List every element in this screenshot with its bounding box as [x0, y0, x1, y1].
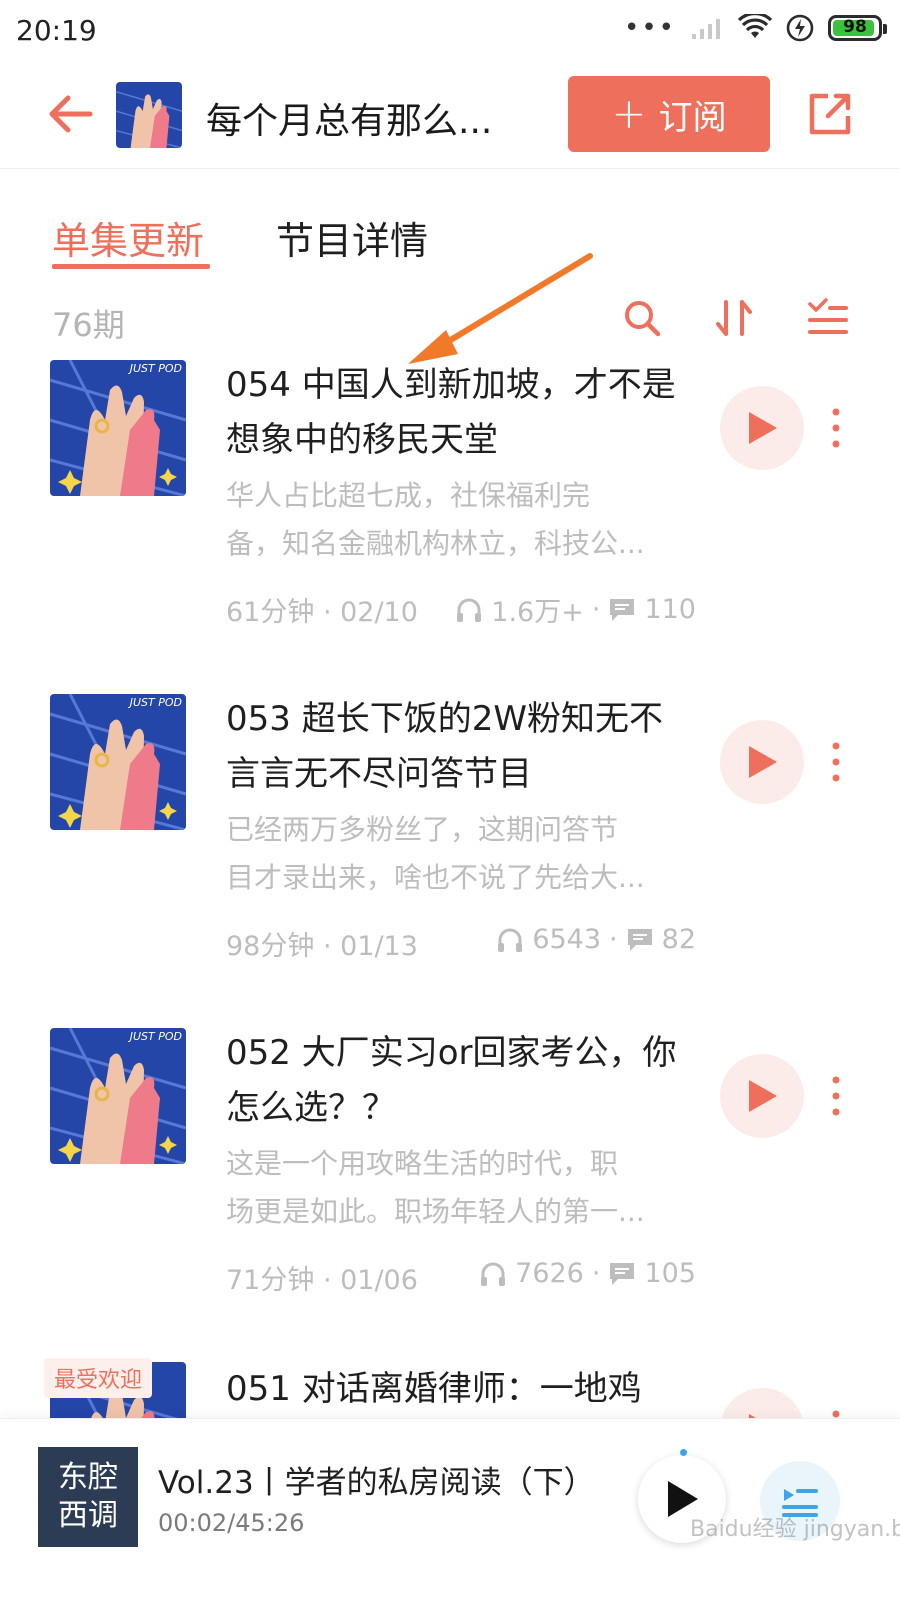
- more-options-icon[interactable]: [826, 406, 846, 450]
- description-line: 备，知名金融机构林立，科技公...: [226, 527, 645, 560]
- annotation-arrow-icon: [408, 253, 593, 364]
- cover-brand-text: JUST POD: [129, 1030, 182, 1043]
- mini-player[interactable]: 东腔 西调 Vol.23丨学者的私房阅读（下） 00:02/45:26 Baid…: [0, 1418, 900, 1601]
- status-icons: ••• 98: [623, 13, 887, 43]
- more-options-icon[interactable]: [826, 740, 846, 784]
- play-button[interactable]: [720, 1388, 804, 1418]
- back-arrow-icon[interactable]: [44, 88, 96, 140]
- episode-item[interactable]: JUST POD 052 大厂实习or回家考公，你怎么选？？ 这是一个用攻略生活…: [0, 1028, 900, 1368]
- play-count: 6543: [532, 924, 602, 955]
- headphones-icon: [481, 1262, 506, 1286]
- status-time: 20:19: [16, 14, 97, 47]
- search-icon[interactable]: [620, 296, 664, 340]
- episode-cover: JUST POD: [50, 694, 186, 830]
- filter-icon[interactable]: [806, 296, 850, 340]
- battery-indicator: 98: [828, 15, 887, 41]
- cover-text: 西调: [58, 1498, 118, 1533]
- description-line: 这是一个用攻略生活的时代，职: [226, 1147, 619, 1180]
- description-line: 目才录出来，啥也不说了先给大...: [226, 861, 645, 894]
- episode-description: 华人占比超七成，社保福利完 备，知名金融机构林立，科技公...: [226, 472, 688, 568]
- episode-item[interactable]: JUST POD 054 中国人到新加坡，才不是想象中的移民天堂 华人占比超七成…: [0, 360, 900, 700]
- episode-title[interactable]: 053 超长下饭的2W粉知无不言言无不尽问答节目: [226, 692, 696, 802]
- comment-icon: [610, 598, 635, 621]
- headphones-icon: [457, 598, 482, 622]
- play-button[interactable]: [720, 1054, 804, 1138]
- comment-count: 82: [661, 924, 696, 955]
- headphones-icon: [498, 928, 523, 952]
- description-line: 华人占比超七成，社保福利完: [226, 479, 591, 512]
- comment-count: 105: [644, 1258, 696, 1289]
- play-count: 7626: [515, 1258, 584, 1289]
- description-line: 已经两万多粉丝了，这期问答节: [226, 813, 619, 846]
- share-icon[interactable]: [806, 90, 854, 138]
- watermark-text: Baidu经验 jingyan.baidu.com: [690, 1517, 900, 1542]
- charging-icon: [786, 14, 814, 42]
- more-options-icon[interactable]: [826, 1074, 846, 1118]
- now-playing-title[interactable]: Vol.23丨学者的私房阅读（下）: [158, 1457, 595, 1502]
- comment-icon: [627, 928, 652, 951]
- progress-dot: [680, 1449, 687, 1456]
- podcast-title: 每个月总有那么...: [206, 101, 493, 142]
- episode-meta: 71分钟 · 01/06 7626 · 105: [226, 1258, 696, 1298]
- battery-level: 98: [843, 17, 867, 37]
- episode-stats: 1.6万+ · 110: [455, 590, 696, 629]
- play-button[interactable]: [720, 386, 804, 470]
- podcast-header: 每个月总有那么... + 订阅: [0, 64, 900, 169]
- wifi-icon: [738, 14, 772, 38]
- episode-meta: 98分钟 · 01/13 6543 · 82: [226, 924, 696, 964]
- play-icon: [749, 1080, 777, 1112]
- separator: ·: [591, 594, 601, 625]
- episode-stats: 7626 · 105: [479, 1258, 696, 1289]
- subscribe-label: 订阅: [658, 97, 727, 138]
- signal-icon: [692, 19, 720, 39]
- play-icon: [749, 746, 777, 778]
- active-tab-indicator: [52, 264, 210, 269]
- cover-brand-text: JUST POD: [129, 362, 182, 375]
- comment-icon: [610, 1262, 635, 1285]
- status-bar: 20:19 ••• 98: [0, 0, 900, 64]
- description-line: 场更是如此。职场年轻人的第一...: [226, 1195, 645, 1228]
- episode-duration-date: 98分钟 · 01/13: [226, 931, 418, 962]
- episode-title[interactable]: 051 对话离婚律师：一地鸡: [226, 1362, 696, 1417]
- comment-count: 110: [644, 594, 696, 625]
- episode-duration-date: 61分钟 · 02/10: [226, 597, 418, 628]
- cover-text: 东腔: [58, 1460, 118, 1495]
- episode-item[interactable]: JUST POD 053 超长下饭的2W粉知无不言言无不尽问答节目 已经两万多粉…: [0, 694, 900, 1034]
- sort-icon[interactable]: [712, 296, 756, 340]
- episode-description: 已经两万多粉丝了，这期问答节 目才录出来，啥也不说了先给大...: [226, 806, 688, 902]
- cover-brand-text: JUST POD: [129, 696, 182, 709]
- more-options-icon[interactable]: [826, 1408, 846, 1418]
- separator: ·: [609, 924, 618, 955]
- podcast-cover-thumbnail[interactable]: [116, 82, 182, 148]
- episode-duration-date: 71分钟 · 01/06: [226, 1265, 418, 1296]
- play-button[interactable]: [720, 720, 804, 804]
- now-playing-cover[interactable]: 东腔 西调: [38, 1447, 138, 1547]
- episode-count: 76期: [52, 306, 125, 344]
- plus-icon: +: [611, 89, 647, 138]
- episode-description: 这是一个用攻略生活的时代，职 场更是如此。职场年轻人的第一...: [226, 1140, 688, 1236]
- play-icon: [749, 412, 777, 444]
- episode-title[interactable]: 052 大厂实习or回家考公，你怎么选？？: [226, 1026, 696, 1136]
- more-status-dots: •••: [623, 13, 676, 43]
- most-popular-badge: 最受欢迎: [44, 1358, 153, 1398]
- separator: ·: [591, 1258, 601, 1289]
- subscribe-button[interactable]: + 订阅: [568, 76, 770, 152]
- play-count: 1.6万+: [491, 597, 584, 628]
- episode-cover: JUST POD: [50, 1028, 186, 1164]
- playback-time: 00:02/45:26: [158, 1509, 305, 1537]
- episode-stats: 6543 · 82: [496, 924, 696, 955]
- tab-episodes[interactable]: 单集更新: [52, 210, 204, 265]
- episode-cover: JUST POD: [50, 360, 186, 496]
- episode-meta: 61分钟 · 02/10 1.6万+ · 110: [226, 590, 696, 630]
